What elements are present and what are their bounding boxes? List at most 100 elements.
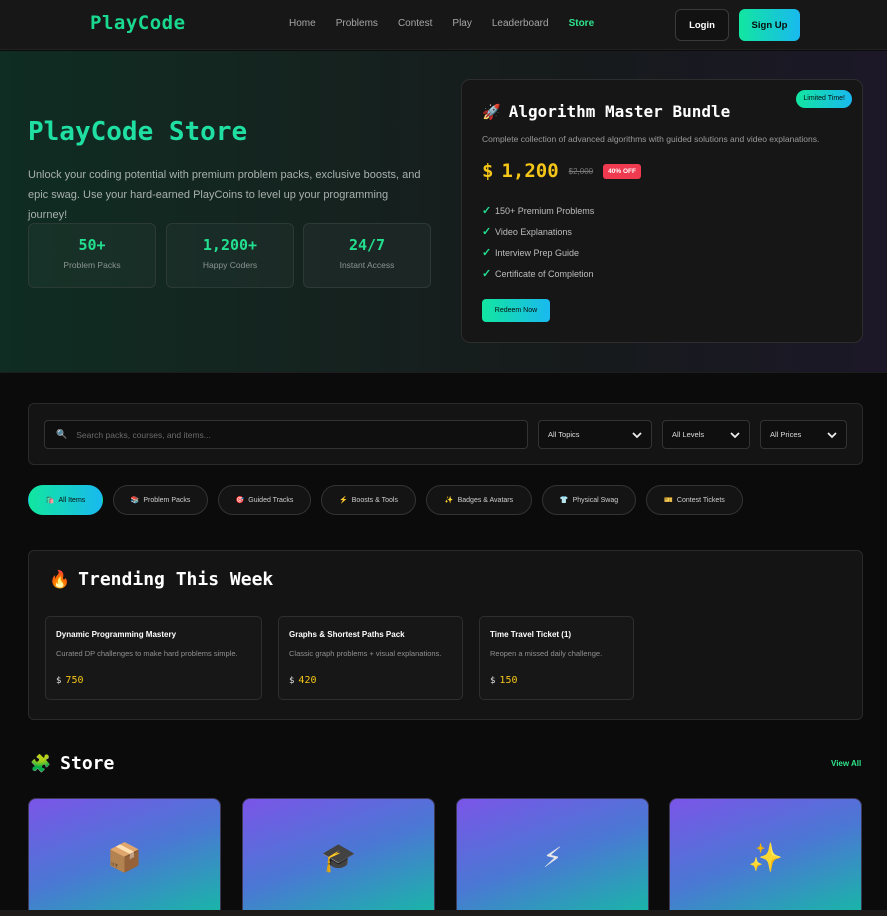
- bottom-strip: [0, 910, 887, 916]
- stat-card: 1,200+ Happy Coders: [166, 223, 294, 288]
- check-icon: ✓: [482, 268, 492, 280]
- ticket-icon: 🎫: [664, 497, 673, 504]
- chip-guided-tracks[interactable]: 🎯 Guided Tracks: [218, 485, 311, 515]
- filter-bar: 🔍 All Topics All Levels All Prices: [28, 403, 863, 465]
- currency-symbol: $: [490, 676, 496, 686]
- hero-title: PlayCode Store: [28, 117, 248, 147]
- logo[interactable]: PlayCode: [90, 12, 186, 34]
- graduation-cap-icon: 🎓: [321, 840, 356, 874]
- chip-label: Contest Tickets: [676, 496, 725, 504]
- feature-label: 150+ Premium Problems: [495, 205, 595, 216]
- nav-link-contest[interactable]: Contest: [398, 18, 432, 29]
- feature-list: ✓ 150+ Premium Problems ✓ Video Explanatio…: [482, 200, 594, 284]
- chip-label: Boosts & Tools: [351, 496, 398, 504]
- search-input[interactable]: [76, 429, 497, 440]
- price-value: 420: [298, 675, 317, 686]
- price-value: 150: [499, 675, 518, 686]
- sparkles-icon: ✨: [748, 840, 783, 874]
- lightning-icon: ⚡: [542, 840, 563, 874]
- nav-link-play[interactable]: Play: [452, 18, 471, 29]
- trending-card[interactable]: Time Travel Ticket (1) Reopen a missed d…: [479, 616, 634, 700]
- store-card[interactable]: 🎓: [242, 798, 435, 916]
- trending-card-description: Curated DP challenges to make hard probl…: [56, 649, 238, 658]
- stat-value: 50+: [78, 236, 106, 254]
- bundle-price: 1,200: [501, 160, 559, 182]
- topics-select[interactable]: All Topics: [538, 420, 652, 449]
- chip-label: All Items: [58, 496, 86, 504]
- store-card[interactable]: ⚡: [456, 798, 649, 916]
- discount-badge: 40% OFF: [603, 163, 641, 179]
- feature-label: Video Explanations: [495, 226, 572, 237]
- trending-card-description: Reopen a missed daily challenge.: [490, 649, 603, 658]
- stat-label: Problem Packs: [63, 260, 121, 270]
- feature-item: ✓ Interview Prep Guide: [482, 242, 594, 263]
- trending-card-title: Graphs & Shortest Paths Pack: [289, 630, 405, 639]
- limited-time-badge: Limited Time!: [796, 90, 852, 108]
- chip-badges-avatars[interactable]: ✨ Badges & Avatars: [426, 485, 532, 515]
- feature-label: Interview Prep Guide: [495, 247, 580, 258]
- check-icon: ✓: [482, 226, 492, 238]
- redeem-now-button[interactable]: Redeem Now: [482, 299, 550, 322]
- trending-card[interactable]: Graphs & Shortest Paths Pack Classic gra…: [278, 616, 463, 700]
- old-price: $2,000: [568, 166, 594, 176]
- trending-card-title: Time Travel Ticket (1): [490, 630, 572, 639]
- prices-select[interactable]: All Prices: [760, 420, 847, 449]
- nav-link-home[interactable]: Home: [289, 18, 316, 29]
- rocket-icon: 🚀: [482, 102, 501, 121]
- stat-card: 50+ Problem Packs: [28, 223, 156, 288]
- trending-card-price: $150: [490, 675, 517, 686]
- shopping-bags-icon: 🛍️: [45, 497, 55, 504]
- stat-label: Happy Coders: [202, 260, 258, 270]
- check-icon: ✓: [482, 247, 492, 259]
- trending-card-price: $420: [289, 675, 316, 686]
- chip-label: Physical Swag: [572, 496, 619, 504]
- currency-symbol: $: [56, 676, 62, 686]
- nav-links: Home Problems Contest Play Leaderboard S…: [289, 18, 614, 29]
- nav-link-problems[interactable]: Problems: [336, 18, 378, 29]
- fire-icon: 🔥: [49, 569, 71, 590]
- nav-link-leaderboard[interactable]: Leaderboard: [492, 18, 549, 29]
- stat-label: Instant Access: [339, 260, 395, 270]
- target-icon: 🎯: [235, 497, 245, 504]
- feature-item: ✓ Certificate of Completion: [482, 263, 594, 284]
- chevron-down-icon: [827, 431, 837, 438]
- search-box[interactable]: 🔍: [44, 420, 528, 449]
- trending-card-title: Dynamic Programming Mastery: [56, 630, 177, 639]
- store-card[interactable]: ✨: [669, 798, 862, 916]
- levels-select[interactable]: All Levels: [662, 420, 750, 449]
- view-all-link[interactable]: View All: [831, 759, 861, 768]
- chip-all-items[interactable]: 🛍️ All Items: [28, 485, 103, 515]
- chip-label: Badges & Avatars: [457, 496, 514, 504]
- top-nav: PlayCode Home Problems Contest Play Lead…: [0, 0, 887, 50]
- puzzle-icon: 🧩: [30, 753, 52, 774]
- stat-value: 1,200+: [202, 236, 258, 254]
- chip-problem-packs[interactable]: 📚 Problem Packs: [113, 485, 208, 515]
- store-heading: 🧩 Store: [30, 753, 114, 774]
- trending-section: 🔥 Trending This Week Dynamic Programming…: [28, 550, 863, 720]
- chip-label: Problem Packs: [143, 496, 191, 504]
- currency-symbol: $: [482, 160, 494, 182]
- featured-bundle-card: Limited Time! 🚀 Algorithm Master Bundle …: [461, 79, 863, 343]
- signup-button[interactable]: Sign Up: [739, 9, 800, 41]
- chip-boosts-tools[interactable]: ⚡ Boosts & Tools: [321, 485, 416, 515]
- price-row: $ 1,200 $2,000 40% OFF: [482, 160, 641, 182]
- chevron-down-icon: [632, 431, 642, 438]
- stat-card: 24/7 Instant Access: [303, 223, 431, 288]
- chip-physical-swag[interactable]: 👕 Physical Swag: [542, 485, 636, 515]
- trending-card-description: Classic graph problems + visual explanat…: [289, 649, 442, 658]
- trending-card[interactable]: Dynamic Programming Mastery Curated DP c…: [45, 616, 262, 700]
- price-value: 750: [65, 675, 84, 686]
- nav-link-store[interactable]: Store: [569, 18, 595, 29]
- chip-contest-tickets[interactable]: 🎫 Contest Tickets: [646, 485, 743, 515]
- feature-label: Certificate of Completion: [495, 268, 594, 279]
- login-button[interactable]: Login: [675, 9, 729, 41]
- bundle-title: 🚀 Algorithm Master Bundle: [482, 102, 730, 121]
- topics-select-value: All Topics: [548, 430, 580, 439]
- levels-select-value: All Levels: [672, 430, 705, 439]
- store-card[interactable]: 📦: [28, 798, 221, 916]
- feature-item: ✓ 150+ Premium Problems: [482, 200, 594, 221]
- currency-symbol: $: [289, 676, 295, 686]
- lightning-icon: ⚡: [339, 497, 348, 504]
- hero-description: Unlock your coding potential with premiu…: [28, 169, 421, 221]
- prices-select-value: All Prices: [770, 430, 802, 439]
